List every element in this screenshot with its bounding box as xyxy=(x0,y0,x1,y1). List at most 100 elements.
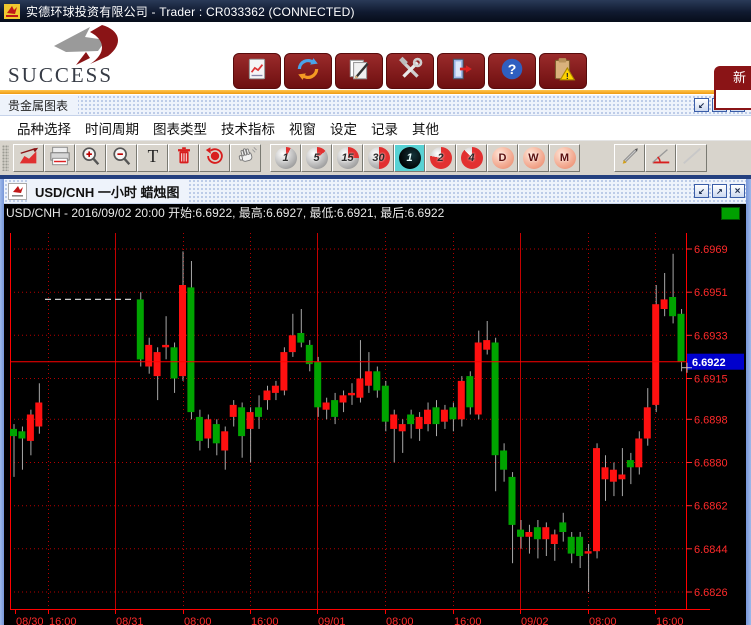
svg-text:T: T xyxy=(147,145,158,165)
chart-window-buttons: ↙↗× xyxy=(694,184,751,198)
zoom-in-button[interactable] xyxy=(75,144,106,172)
title-bar: 实德环球投资有限公司 - Trader : CR033362 (CONNECTE… xyxy=(0,0,751,22)
menu-item-4[interactable]: 技术指标 xyxy=(214,118,282,138)
timeframe-button-W[interactable]: W xyxy=(518,144,549,172)
menu-item-2[interactable]: 时间周期 xyxy=(78,118,146,138)
refresh-icon xyxy=(295,56,321,87)
text-tool-icon: T xyxy=(141,145,165,172)
y-axis-label: 6.6898 xyxy=(694,414,728,426)
y-axis-label: 6.6969 xyxy=(694,244,728,256)
x-axis-label: 08:00 xyxy=(386,616,414,625)
report-chart-button[interactable] xyxy=(233,53,281,89)
chart-style-icon xyxy=(17,145,41,172)
timeframe-label: 4 xyxy=(468,152,474,164)
chart-window: USD/CNH 一小时 蜡烛图 ↙↗× USD/CNH - 2016/09/02… xyxy=(0,179,751,625)
logout-button[interactable] xyxy=(437,53,485,89)
menu-item-1[interactable]: 品种选择 xyxy=(10,118,78,138)
panel-title-bar[interactable]: 贵金属图表 ↙↗× xyxy=(0,94,751,116)
window-border-left xyxy=(0,179,4,625)
alerts-button[interactable]: ! xyxy=(539,53,587,89)
x-axis-label: 08/30 xyxy=(16,616,44,625)
erase-hand-icon xyxy=(234,145,258,172)
pencil-button[interactable] xyxy=(614,144,645,172)
line-tool-icon xyxy=(680,145,704,172)
current-price-tag: 6.6922 xyxy=(692,357,726,369)
connection-status-indicator xyxy=(721,207,740,220)
x-axis-label: 16:00 xyxy=(656,616,684,625)
timeframe-button-2[interactable]: 2 xyxy=(425,144,456,172)
menu-bar: 品种选择时间周期图表类型技术指标视窗设定记录其他 xyxy=(0,116,751,141)
news-tab-label[interactable]: 新 xyxy=(714,66,751,90)
timeframe-label: D xyxy=(499,152,507,164)
print-icon xyxy=(48,145,72,172)
y-axis-label: 6.6880 xyxy=(694,458,728,470)
x-axis-label: 16:00 xyxy=(49,616,77,625)
panel-restore-window-button[interactable]: ↙ xyxy=(694,98,709,112)
logout-icon xyxy=(448,56,474,87)
delete-icon xyxy=(172,145,196,172)
timeframe-label: 15 xyxy=(341,152,353,164)
timeframe-button-M[interactable]: M xyxy=(549,144,580,172)
erase-hand-button[interactable] xyxy=(230,144,261,172)
timeframe-button-1h[interactable]: 1 xyxy=(394,144,425,172)
help-button[interactable]: ? xyxy=(488,53,536,89)
success-logo xyxy=(6,24,166,66)
refresh-button[interactable] xyxy=(284,53,332,89)
text-tool-button[interactable]: T xyxy=(137,144,168,172)
chart-window-icon xyxy=(8,183,27,200)
tools-icon xyxy=(397,56,423,87)
news-tab[interactable]: 新 xyxy=(714,66,751,90)
candlestick-chart[interactable]: 6.69696.69516.69336.69156.68986.68806.68… xyxy=(0,221,751,625)
chart-style-button[interactable] xyxy=(13,144,44,172)
chart-window-title: USD/CNH 一小时 蜡烛图 xyxy=(27,179,187,203)
timeframe-label: 1 xyxy=(282,152,288,164)
timeframe-label: 2 xyxy=(437,152,443,164)
app-logo-icon xyxy=(4,4,20,19)
y-axis-label: 6.6844 xyxy=(694,544,728,556)
chart-close-button[interactable]: × xyxy=(730,184,745,198)
menu-item-7[interactable]: 记录 xyxy=(364,118,405,138)
timeframe-button-5[interactable]: 5 xyxy=(301,144,332,172)
zoom-out-button[interactable] xyxy=(106,144,137,172)
x-axis-label: 09/02 xyxy=(521,616,549,625)
delete-button[interactable] xyxy=(168,144,199,172)
y-axis-label: 6.6862 xyxy=(694,501,728,513)
menu-item-8[interactable]: 其他 xyxy=(405,118,446,138)
timeframe-label: 30 xyxy=(372,152,384,164)
line-tool-button[interactable] xyxy=(676,144,707,172)
print-button[interactable] xyxy=(44,144,75,172)
timeframe-button-1[interactable]: 1 xyxy=(270,144,301,172)
chart-window-title-bar[interactable]: USD/CNH 一小时 蜡烛图 ↙↗× xyxy=(0,179,751,204)
help-icon: ? xyxy=(499,56,525,87)
chart-popout-window-button[interactable]: ↗ xyxy=(712,184,727,198)
timeframe-button-30[interactable]: 30 xyxy=(363,144,394,172)
reset-button[interactable] xyxy=(199,144,230,172)
reset-icon xyxy=(203,145,227,172)
timeframe-button-15[interactable]: 15 xyxy=(332,144,363,172)
timeframe-button-4[interactable]: 4 xyxy=(456,144,487,172)
menu-item-6[interactable]: 设定 xyxy=(323,118,364,138)
chart-restore-window-button[interactable]: ↙ xyxy=(694,184,709,198)
tools-button[interactable] xyxy=(386,53,434,89)
toolbar-drag-handle[interactable] xyxy=(2,145,9,171)
x-axis-label: 16:00 xyxy=(251,616,279,625)
y-axis-label: 6.6826 xyxy=(694,587,728,599)
timeframe-label: M xyxy=(560,152,569,164)
svg-text:?: ? xyxy=(508,60,517,76)
timeframe-button-D[interactable]: D xyxy=(487,144,518,172)
news-tab-body xyxy=(714,90,751,110)
angle-tool-button[interactable] xyxy=(645,144,676,172)
x-axis-label: 08:00 xyxy=(184,616,212,625)
x-axis-label: 08/31 xyxy=(116,616,144,625)
panel-title: 贵金属图表 xyxy=(0,95,78,115)
y-axis-label: 6.6915 xyxy=(694,374,728,386)
quote-info-text: USD/CNH - 2016/09/02 20:00 开始:6.6922, 最高… xyxy=(6,204,444,221)
orders-button[interactable] xyxy=(335,53,383,89)
window-border-right xyxy=(746,179,751,625)
svg-text:!: ! xyxy=(566,70,569,80)
x-axis-label: 16:00 xyxy=(454,616,482,625)
x-axis-label: 09/01 xyxy=(318,616,346,625)
menu-item-5[interactable]: 视窗 xyxy=(282,118,323,138)
menu-item-3[interactable]: 图表类型 xyxy=(146,118,214,138)
orders-icon xyxy=(346,56,372,87)
